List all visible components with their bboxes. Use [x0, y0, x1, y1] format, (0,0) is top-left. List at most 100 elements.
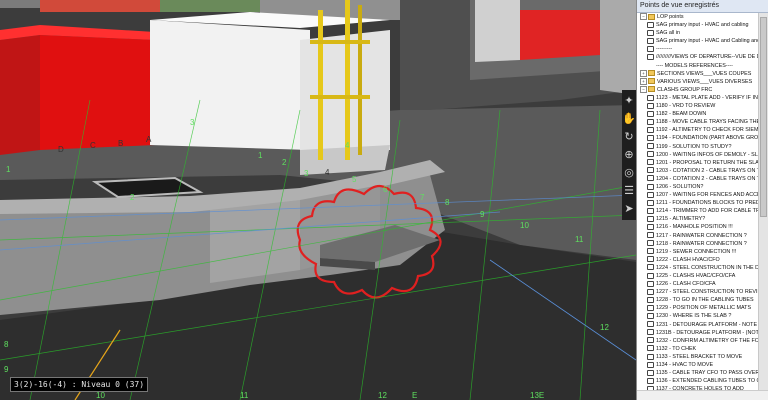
viewpoint-icon — [647, 54, 654, 61]
tree-item-label: 1206 - SOLUTION? — [656, 183, 704, 190]
viewpoint-icon — [647, 361, 654, 368]
tree-viewpoint[interactable]: 1200 - WAITING INFOS OF DEMOLY - SLAB , — [637, 151, 759, 159]
tree-viewpoint[interactable]: SAG primary input - HVAC and cabling — [637, 21, 759, 29]
tree-viewpoint[interactable]: 1194 - FOUNDATION (PART ABOVE GROUND — [637, 134, 759, 142]
tree-viewpoint[interactable]: 1204 - COTATION 2 - CABLE TRAYS ON THE — [637, 175, 759, 183]
tree-viewpoint[interactable]: //////////VIEWS OF DEPARTURE--VUE DE DEP… — [637, 53, 759, 61]
expand-icon[interactable]: + — [640, 77, 647, 85]
svg-text:4: 4 — [325, 168, 330, 177]
viewpoint-icon — [647, 304, 654, 311]
tree-viewpoint[interactable]: 1206 - SOLUTION? — [637, 183, 759, 191]
tree-viewpoint[interactable]: 1231 - DETOURAGE PLATFORM - NOTE EIFF — [637, 321, 759, 329]
tree-scrollbar[interactable] — [758, 13, 768, 391]
tree-viewpoint[interactable]: 1192 - ALTIMETRY TO CHECK FOR SIEMENS — [637, 126, 759, 134]
tree-viewpoint[interactable]: 1132 - TO CHEK — [637, 345, 759, 353]
column-yellow-1 — [318, 10, 323, 160]
tree-viewpoint[interactable]: 1134 - HVAC TO MOVE — [637, 361, 759, 369]
viewpoint-icon — [647, 377, 654, 384]
viewpoint-icon — [647, 159, 654, 166]
zoom-icon[interactable]: ⊕ — [622, 148, 636, 162]
tree-viewpoint[interactable]: 1226 - CLASH CFO/CFA — [637, 280, 759, 288]
tree-viewpoint[interactable]: 1228 - TO GO IN THE CABLING TUBES — [637, 296, 759, 304]
svg-text:8: 8 — [4, 340, 9, 349]
tree-viewpoint[interactable]: SAG primary input - HVAC and Cabling and… — [637, 37, 759, 45]
tree-item-label: 1180 - VRD TO REVIEW — [656, 103, 716, 110]
tree-folder[interactable]: + SECTIONS VIEWS___VUES COUPES — [637, 69, 759, 78]
scrollbar-thumb[interactable] — [760, 17, 767, 217]
tree-viewpoint[interactable]: 1188 - MOVE CABLE TRAYS FACING THE HO — [637, 118, 759, 126]
tree-viewpoint[interactable]: 1136 - EXTENDED CABLING TUBES TO GUTT — [637, 377, 759, 385]
select-icon[interactable]: ➤ — [622, 202, 636, 216]
tree-viewpoint[interactable]: 1222 - CLASH HVAC/CFO — [637, 256, 759, 264]
nav-icon[interactable]: ✦ — [622, 94, 636, 108]
tree-item-label: 1199 - SOLUTION TO STUDY? — [656, 143, 732, 150]
tree-viewpoint[interactable]: 1216 - MANHOLE POSITION !!! — [637, 223, 759, 231]
tree-item-label: 1227 - STEEL CONSTRUCTION TO REVIEW — [656, 289, 759, 296]
viewpoints-tree[interactable]: − LOP points SAG primary input - HVAC and … — [637, 13, 759, 391]
collapse-icon[interactable]: − — [640, 13, 647, 21]
3d-viewport[interactable]: A B C D 1 1 2 3 4 5 6 7 8 9 10 11 12 13E… — [0, 0, 636, 400]
tree-viewpoint[interactable]: 1229 - POSITION OF METALLIC MATS — [637, 304, 759, 312]
tree-viewpoint[interactable]: 1225 - CLASHS HVAC/CFO/CFA — [637, 272, 759, 280]
expand-icon[interactable]: + — [640, 69, 647, 77]
svg-text:1: 1 — [258, 151, 263, 160]
tree-viewpoint[interactable]: 1201 - PROPOSAL TO RETURN THE SLAB TO — [637, 159, 759, 167]
tree-viewpoint[interactable]: 1123 - METAL PLATE ADD - VERIFY IF INFOS — [637, 94, 759, 102]
pan-icon[interactable]: ✋ — [622, 112, 636, 126]
tree-viewpoint[interactable]: 1207 - WAITING FOR FENCES AND ACCESS — [637, 191, 759, 199]
viewpoint-icon — [647, 337, 654, 344]
tree-viewpoint[interactable]: 1180 - VRD TO REVIEW — [637, 102, 759, 110]
tree-viewpoint[interactable]: 1214 - TRIMMER TO ADD FOR CABLE TRAYS — [637, 207, 759, 215]
tree-folder[interactable]: + VARIOUS VIEWS___VUES DIVERSES — [637, 77, 759, 86]
folder-icon — [648, 86, 655, 93]
svg-text:5: 5 — [352, 175, 357, 184]
tree-viewpoint[interactable]: 1199 - SOLUTION TO STUDY? — [637, 143, 759, 151]
svg-text:9: 9 — [4, 365, 9, 374]
svg-text:D: D — [58, 145, 64, 154]
panel-title: Points de vue enregistrés — [637, 0, 768, 13]
svg-text:12: 12 — [378, 391, 387, 400]
viewpoint-icon — [647, 62, 654, 68]
tree-item-label: 1229 - POSITION OF METALLIC MATS — [656, 305, 752, 312]
svg-text:3: 3 — [304, 169, 309, 178]
tree-item-label: 1217 - RAINWATER CONNECTION ? — [656, 232, 747, 239]
tree-item-label: //////////VIEWS OF DEPARTURE--VUE DE DEP… — [656, 54, 759, 61]
tree-viewpoint[interactable]: 1227 - STEEL CONSTRUCTION TO REVIEW — [637, 288, 759, 296]
orbit-icon[interactable]: ↻ — [622, 130, 636, 144]
tree-viewpoint[interactable]: --------- — [637, 45, 759, 53]
look-icon[interactable]: ◎ — [622, 166, 636, 180]
viewpoint-icon — [647, 199, 654, 206]
svg-text:11: 11 — [240, 391, 249, 400]
tree-viewpoint[interactable]: 1231B - DETOURAGE PLATFORM - (NOTE FO — [637, 329, 759, 337]
tree-viewpoint[interactable]: 1224 - STEEL CONSTRUCTION IN THE DOOR — [637, 264, 759, 272]
3d-scene[interactable]: A B C D 1 1 2 3 4 5 6 7 8 9 10 11 12 13E… — [0, 0, 636, 400]
collapse-icon[interactable]: − — [640, 85, 647, 93]
viewpoint-icon — [647, 110, 654, 117]
viewpoint-icon — [647, 167, 654, 174]
tree-folder[interactable]: − LOP points — [637, 13, 759, 21]
tree-item-label: 1224 - STEEL CONSTRUCTION IN THE DOOR — [656, 264, 759, 271]
tree-item-label: 1135 - CABLE TRAY CFO TO PASS OVER THE — [656, 370, 759, 377]
tree-viewpoint[interactable]: 1211 - FOUNDATIONS BLOCKS TO PREDICT — [637, 199, 759, 207]
svg-text:4: 4 — [345, 141, 350, 150]
viewpoint-icon — [647, 232, 654, 239]
white-box-left — [150, 20, 310, 150]
tree-viewpoint[interactable]: ---- MODELS REFERENCES---- — [637, 62, 759, 70]
tree-item-label: 1204 - COTATION 2 - CABLE TRAYS ON THE — [656, 175, 759, 182]
tree-folder[interactable]: − CLASHS GROUP FRC — [637, 85, 759, 94]
tree-viewpoint[interactable]: 1219 - SEWER CONNECTION !!! — [637, 248, 759, 256]
tree-viewpoint[interactable]: 1203 - COTATION 2 - CABLE TRAYS ON THE — [637, 167, 759, 175]
tree-viewpoint[interactable]: 1133 - STEEL BRACKET TO MOVE — [637, 353, 759, 361]
status-readout: 3(2)-16(-4) : Niveau 0 (37) — [10, 377, 149, 392]
tree-viewpoint[interactable]: SAG all in — [637, 29, 759, 37]
tree-viewpoint[interactable]: 1232 - CONFIRM ALTIMETRY OF THE FOUND — [637, 337, 759, 345]
walk-icon[interactable]: ☰ — [622, 184, 636, 198]
tree-viewpoint[interactable]: 1217 - RAINWATER CONNECTION ? — [637, 232, 759, 240]
tree-item-label: 1219 - SEWER CONNECTION !!! — [656, 248, 737, 255]
tree-viewpoint[interactable]: 1135 - CABLE TRAY CFO TO PASS OVER THE — [637, 369, 759, 377]
tree-item-label: 1134 - HVAC TO MOVE — [656, 362, 714, 369]
tree-viewpoint[interactable]: 1215 - ALTIMETRY? — [637, 215, 759, 223]
tree-viewpoint[interactable]: 1230 - WHERE IS THE SLAB ? — [637, 312, 759, 320]
tree-viewpoint[interactable]: 1182 - BEAM DOWN — [637, 110, 759, 118]
tree-viewpoint[interactable]: 1218 - RAINWATER CONNECTION ? — [637, 240, 759, 248]
